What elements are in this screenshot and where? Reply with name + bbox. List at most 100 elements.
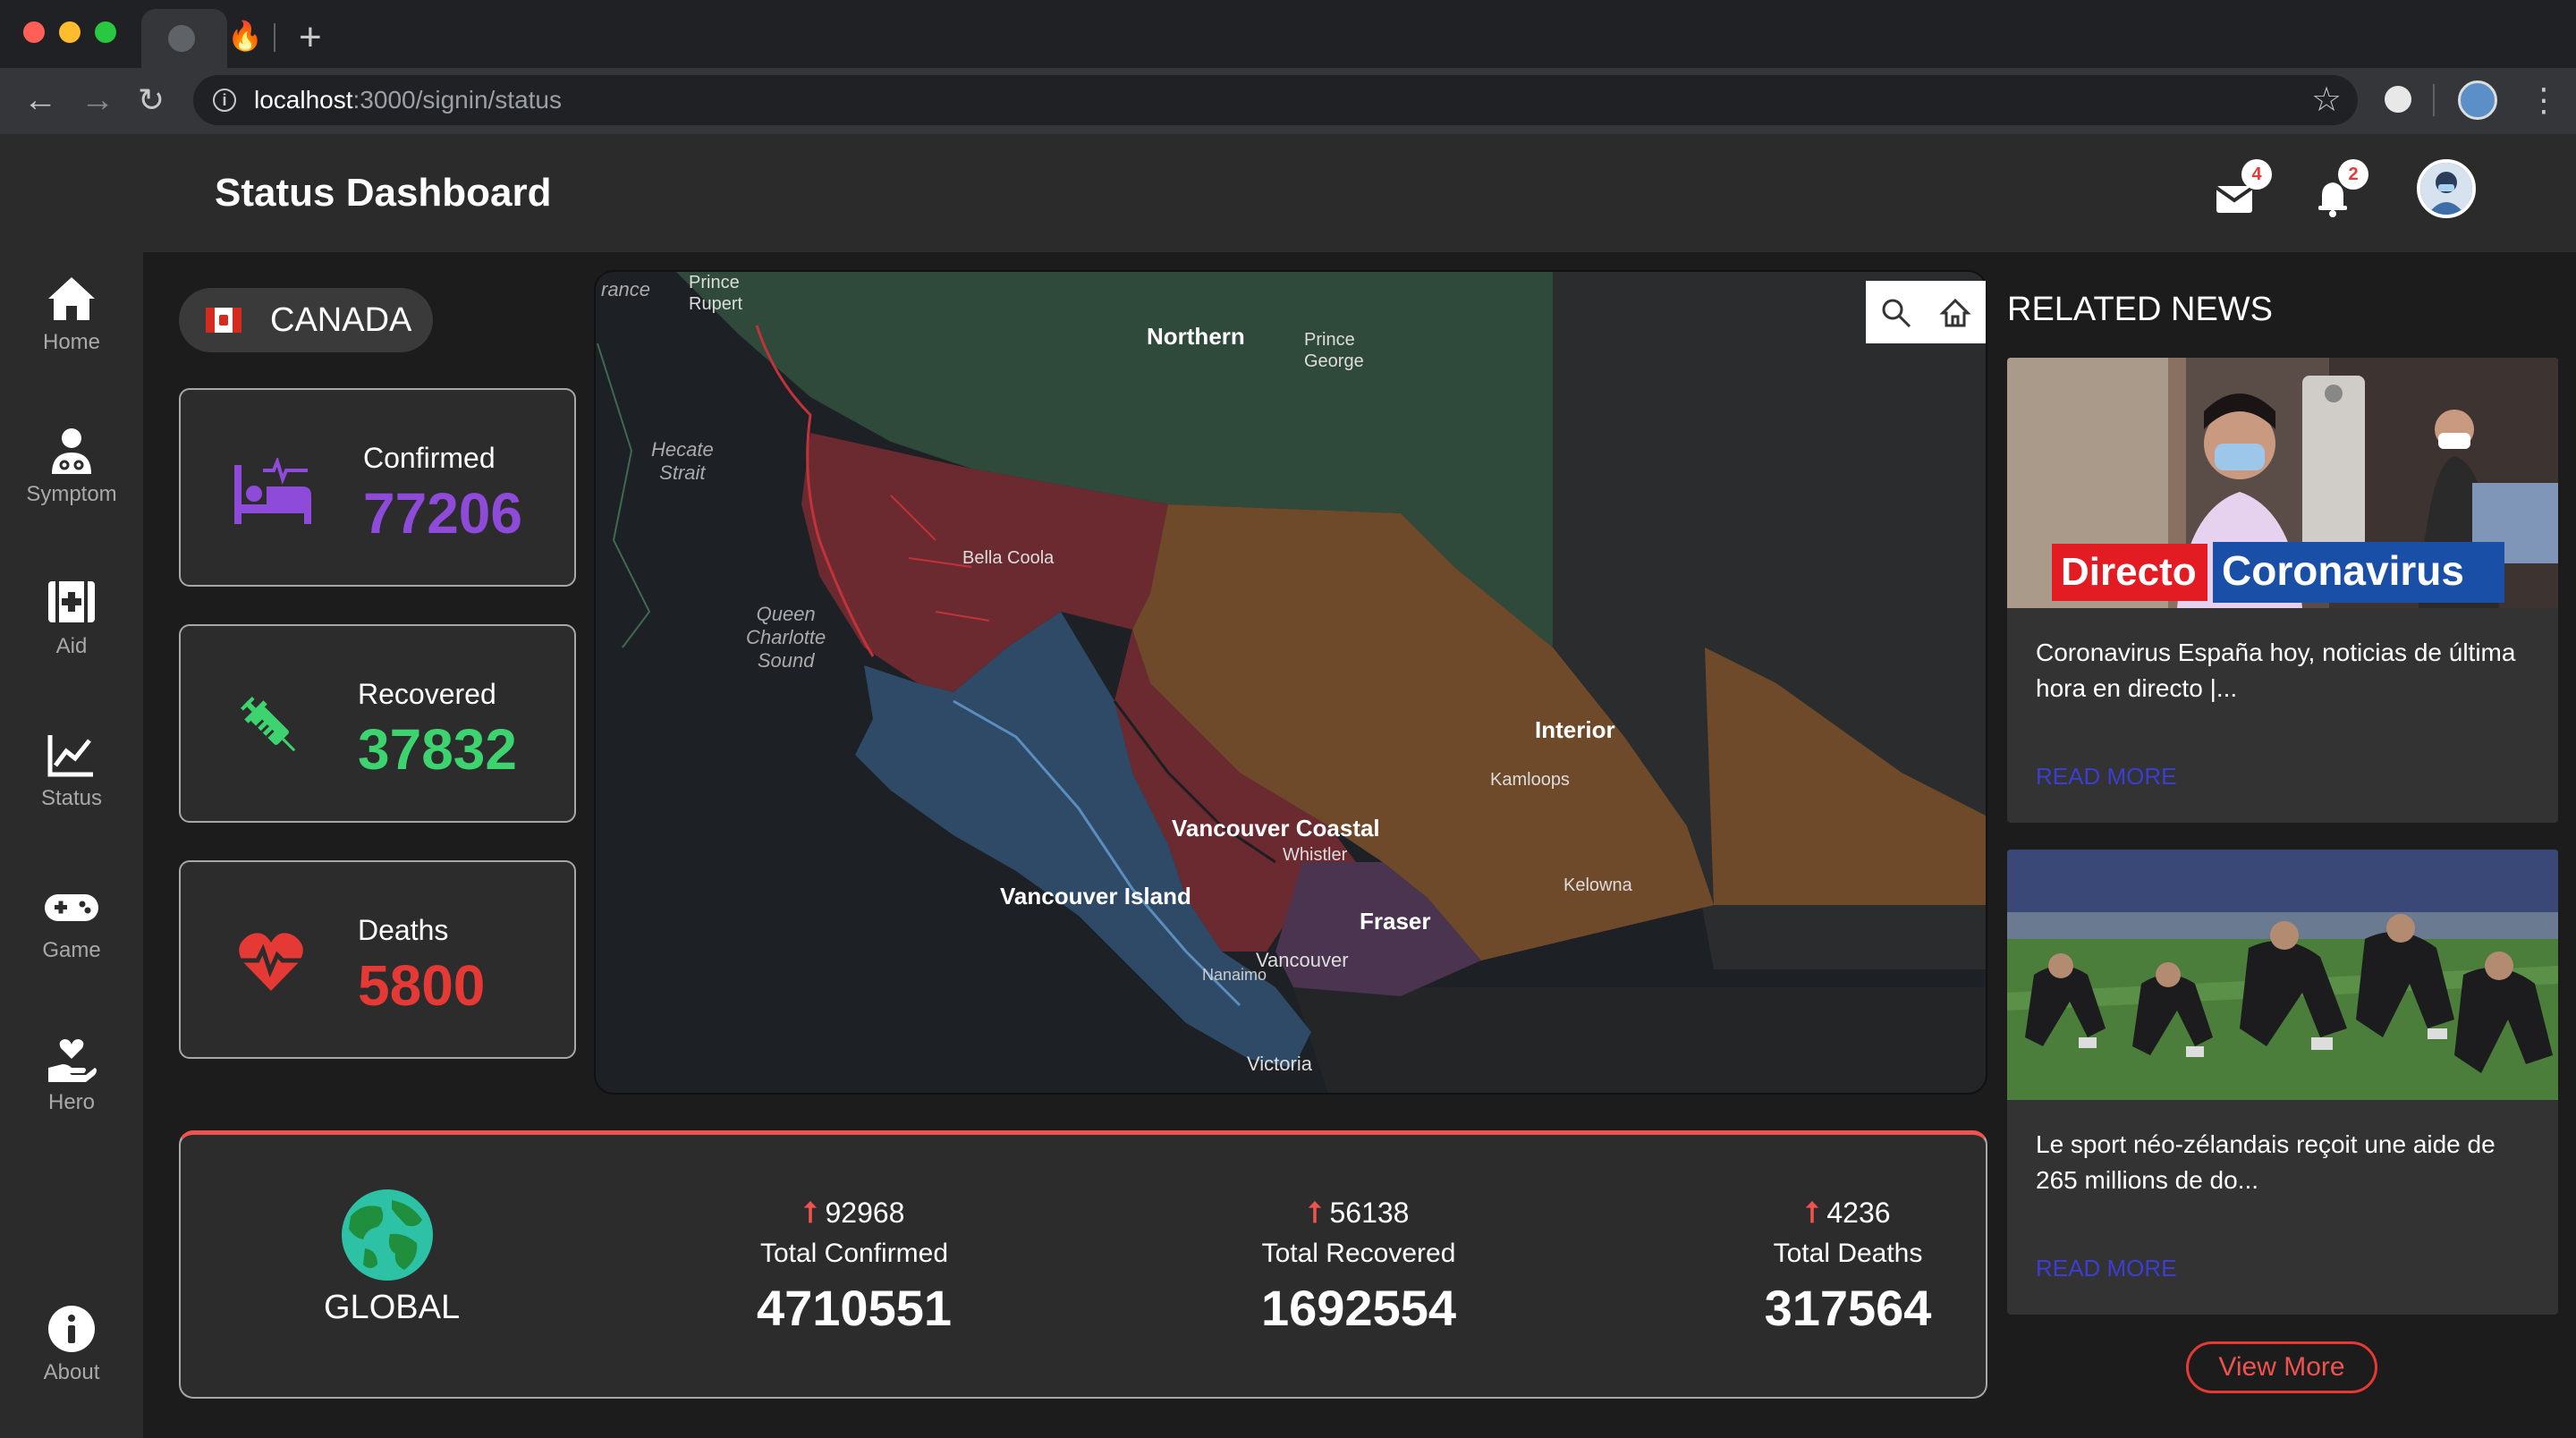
recovered-card: Recovered 37832	[179, 624, 576, 823]
map-label-vancouver-coastal: Vancouver Coastal	[1172, 815, 1380, 842]
confirmed-label: Confirmed	[363, 442, 496, 474]
address-url[interactable]: localhost:3000/signin/status	[254, 84, 562, 116]
browser-tab-active[interactable]	[141, 9, 227, 68]
map-toolbar	[1866, 281, 1986, 343]
deaths-label: Deaths	[358, 914, 449, 946]
gamepad-icon	[45, 894, 98, 921]
recovered-value: 37832	[358, 717, 517, 782]
view-more-button[interactable]: View More	[2186, 1341, 2377, 1393]
sidebar-item-home[interactable]: Home	[0, 274, 143, 399]
window-zoom-button[interactable]	[95, 21, 116, 43]
hand-heart-icon	[48, 1039, 97, 1082]
forward-arrow-icon[interactable]: →	[80, 77, 114, 123]
toolbar-divider	[2433, 84, 2435, 116]
confirmed-card: Confirmed 77206	[179, 388, 576, 587]
news-card-1[interactable]: Directo Coronavirus Coronavirus España h…	[2007, 358, 2558, 823]
map-label-kamloops: Kamloops	[1490, 770, 1570, 790]
sidebar-item-game[interactable]: Game	[0, 882, 143, 1007]
arrow-up-icon: ⭡	[1805, 1197, 1819, 1229]
map-label-northern: Northern	[1147, 323, 1245, 350]
syringe-icon	[241, 697, 296, 752]
news-headline-2[interactable]: Le sport néo-zélandais reçoit une aide d…	[2036, 1127, 2537, 1198]
window-close-button[interactable]	[23, 21, 45, 43]
notifications-badge: 2	[2338, 159, 2368, 190]
first-aid-icon	[48, 581, 95, 622]
globe-icon	[342, 1189, 433, 1281]
country-selector[interactable]: CANADA	[179, 288, 433, 352]
news-card-2[interactable]: Le sport néo-zélandais reçoit une aide d…	[2007, 850, 2558, 1315]
sidebar-item-label: Symptom	[26, 482, 117, 506]
mail-badge: 4	[2241, 159, 2272, 190]
sidebar-item-label: Home	[42, 330, 101, 354]
country-name: CANADA	[270, 301, 412, 339]
arrow-up-icon: ⭡	[1308, 1197, 1322, 1229]
browser-tab-bar	[0, 0, 2576, 68]
map-label-interior: Interior	[1535, 716, 1615, 743]
news-image-2	[2007, 850, 2558, 1100]
global-recovered-label: Total Recovered	[1261, 1239, 1456, 1268]
map-label-victoria: Victoria	[1247, 1053, 1312, 1075]
map-label-queen-charlotte-sound: Queen Charlotte Sound	[746, 603, 826, 672]
back-arrow-icon[interactable]: ←	[23, 77, 57, 123]
global-confirmed-value: 4710551	[756, 1280, 952, 1336]
confirmed-value: 77206	[363, 481, 522, 546]
deaths-card: Deaths 5800	[179, 860, 576, 1059]
read-more-link-1[interactable]: READ MORE	[2036, 762, 2176, 791]
global-deaths: ⭡ 4236 Total Deaths 317564	[1712, 1195, 1984, 1338]
sidebar-item-label: Hero	[47, 1090, 96, 1114]
map-label-fraser: Fraser	[1360, 908, 1431, 935]
sidebar-item-label: Status	[40, 786, 103, 810]
map-label-prince-rupert: Prince Rupert	[689, 273, 743, 314]
map-label-vancouver-island: Vancouver Island	[1000, 883, 1191, 909]
tab-separator	[274, 23, 275, 52]
map-label-hecate-strait: Hecate Strait	[651, 438, 714, 484]
info-icon	[48, 1306, 95, 1352]
new-tab-button[interactable]: +	[299, 13, 322, 63]
user-avatar[interactable]	[2417, 159, 2476, 218]
extension-icon[interactable]	[2385, 86, 2411, 113]
related-news-heading: RELATED NEWS	[2007, 291, 2274, 328]
arrow-up-icon: ⭡	[803, 1197, 818, 1229]
map-home-icon[interactable]	[1939, 297, 1971, 329]
canada-flag-icon	[206, 308, 242, 333]
news-headline-1[interactable]: Coronavirus España hoy, noticias de últi…	[2036, 635, 2537, 706]
map-search-icon[interactable]	[1880, 297, 1912, 329]
window-minimize-button[interactable]	[59, 21, 80, 43]
directo-text: Directo	[2061, 550, 2197, 594]
map-label-bella-coola: Bella Coola	[962, 548, 1055, 568]
site-info-icon[interactable]: i	[213, 89, 236, 112]
sidebar-item-label: Game	[42, 938, 101, 962]
global-confirmed-delta: ⭡ 92968	[803, 1197, 905, 1229]
global-recovered-value: 1692554	[1260, 1280, 1456, 1336]
map-label-prince-george: Prince George	[1304, 330, 1364, 371]
sidebar-item-label: Aid	[55, 634, 88, 658]
map-label-kelowna: Kelowna	[1563, 875, 1632, 895]
coronavirus-text: Coronavirus	[2222, 547, 2464, 594]
recovered-label: Recovered	[358, 678, 496, 710]
sidebar-item-about[interactable]: About	[0, 1304, 143, 1429]
sidebar-item-symptom[interactable]: Symptom	[0, 426, 143, 551]
bed-icon	[234, 458, 311, 524]
sidebar-item-hero[interactable]: Hero	[0, 1034, 143, 1159]
region-map[interactable]: rance Prince Rupert Northern Prince Geor…	[594, 270, 1987, 1095]
global-recovered-delta: ⭡ 56138	[1308, 1197, 1410, 1229]
read-more-link-2[interactable]: READ MORE	[2036, 1254, 2176, 1282]
page-title: Status Dashboard	[215, 171, 552, 215]
reload-icon[interactable]: ↻	[138, 77, 165, 123]
home-icon	[48, 277, 95, 320]
browser-profile-avatar[interactable]	[2458, 80, 2497, 120]
global-label: GLOBAL	[324, 1289, 461, 1326]
map-label-rance: rance	[601, 278, 651, 300]
sidebar-item-status[interactable]: Status	[0, 730, 143, 855]
user-photo	[2420, 163, 2472, 215]
map-label-vancouver: Vancouver	[1256, 949, 1349, 971]
bookmark-star-icon[interactable]: ☆	[2311, 79, 2342, 122]
sidebar-item-aid[interactable]: Aid	[0, 578, 143, 703]
map-label-nanaimo: Nanaimo	[1202, 966, 1267, 984]
map-label-whistler: Whistler	[1283, 845, 1348, 865]
chart-line-icon	[47, 735, 93, 777]
firebase-favicon-icon[interactable]: 🔥	[227, 20, 263, 52]
global-deaths-label: Total Deaths	[1773, 1239, 1923, 1268]
global-deaths-delta: ⭡ 4236	[1805, 1197, 1891, 1229]
browser-menu-icon[interactable]: ⋮	[2528, 79, 2560, 122]
